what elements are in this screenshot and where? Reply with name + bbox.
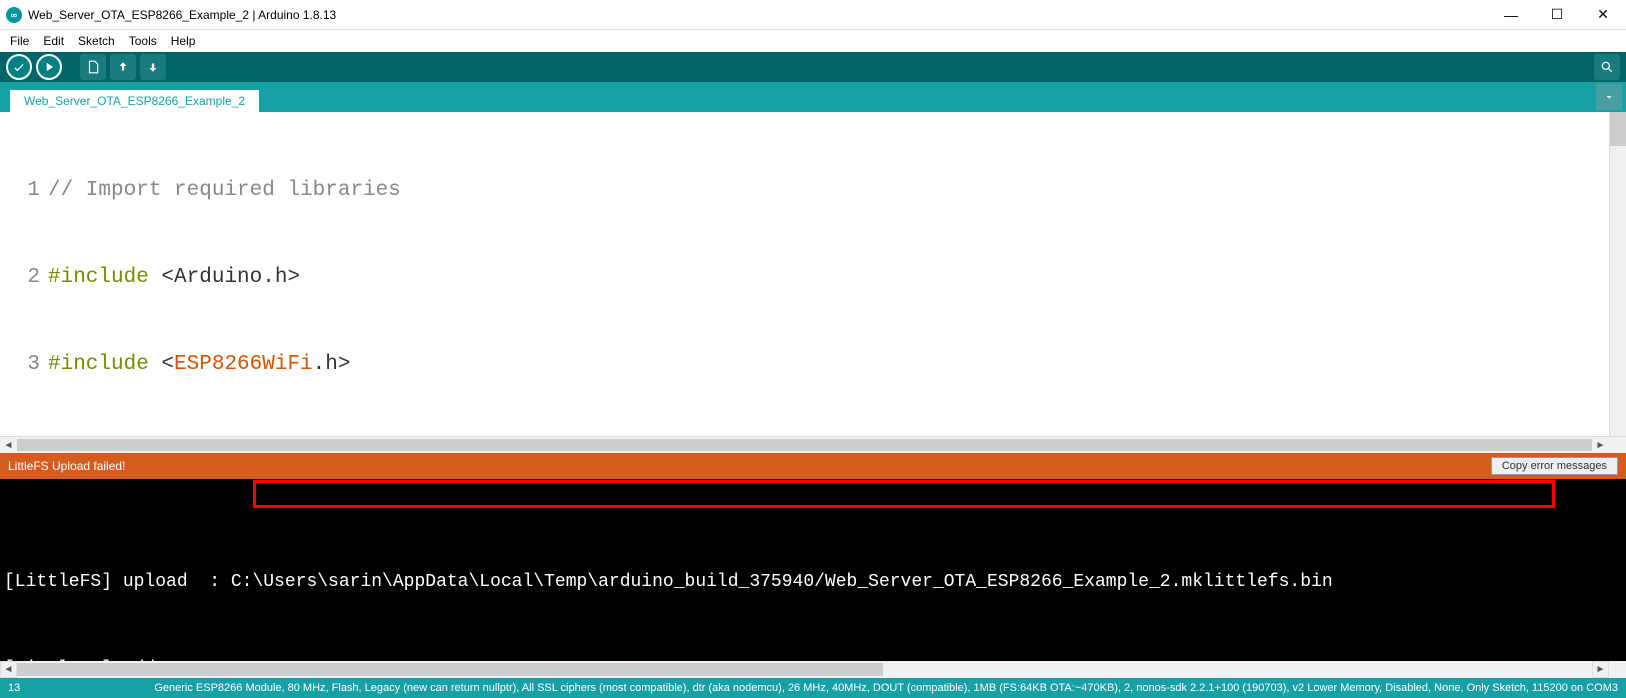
tab-menu-button[interactable]: [1596, 84, 1622, 110]
menu-tools[interactable]: Tools: [123, 32, 163, 50]
code-text: #include: [48, 350, 161, 379]
maximize-button[interactable]: ☐: [1534, 0, 1580, 30]
serial-monitor-button[interactable]: [1594, 54, 1620, 80]
highlight-annotation: [253, 480, 1555, 508]
menu-sketch[interactable]: Sketch: [72, 32, 121, 50]
line-number: 2: [0, 263, 48, 292]
code-text: .h>: [313, 350, 351, 379]
editor-vertical-scrollbar[interactable]: [1609, 112, 1626, 436]
toolbar: [0, 52, 1626, 82]
status-message: LittleFS Upload failed!: [8, 459, 1491, 473]
menu-help[interactable]: Help: [165, 32, 202, 50]
verify-button[interactable]: [6, 54, 32, 80]
code-editor[interactable]: 1// Import required libraries 2#include …: [0, 112, 1626, 453]
tab-bar: Web_Server_OTA_ESP8266_Example_2: [0, 82, 1626, 112]
arduino-logo-icon: ∞: [6, 7, 22, 23]
minimize-button[interactable]: —: [1488, 0, 1534, 30]
line-number: 3: [0, 350, 48, 379]
copy-error-button[interactable]: Copy error messages: [1491, 457, 1618, 475]
save-button[interactable]: [140, 54, 166, 80]
code-text: Arduino: [174, 263, 262, 292]
footer-bar: 13 Generic ESP8266 Module, 80 MHz, Flash…: [0, 678, 1626, 698]
upload-button[interactable]: [36, 54, 62, 80]
console-horizontal-scrollbar[interactable]: ◄►: [0, 661, 1626, 678]
tab-sketch[interactable]: Web_Server_OTA_ESP8266_Example_2: [10, 90, 259, 112]
menubar: File Edit Sketch Tools Help: [0, 30, 1626, 52]
window-controls: — ☐ ✕: [1488, 0, 1626, 30]
board-info: Generic ESP8266 Module, 80 MHz, Flash, L…: [20, 682, 1618, 694]
titlebar: ∞ Web_Server_OTA_ESP8266_Example_2 | Ard…: [0, 0, 1626, 30]
new-button[interactable]: [80, 54, 106, 80]
status-bar: LittleFS Upload failed! Copy error messa…: [0, 453, 1626, 479]
editor-horizontal-scrollbar[interactable]: ◄►: [0, 436, 1626, 453]
cursor-line: 13: [8, 682, 20, 694]
open-button[interactable]: [110, 54, 136, 80]
code-text: ESP8266WiFi: [174, 350, 313, 379]
console-line: [LittleFS] upload : C:\Users\sarin\AppDa…: [4, 568, 1622, 597]
code-text: .h>: [262, 263, 300, 292]
close-button[interactable]: ✕: [1580, 0, 1626, 30]
code-text: <: [161, 263, 174, 292]
menu-edit[interactable]: Edit: [37, 32, 70, 50]
code-text: // Import required libraries: [48, 176, 401, 205]
code-text: #include: [48, 263, 161, 292]
code-text: <: [161, 350, 174, 379]
window-title: Web_Server_OTA_ESP8266_Example_2 | Ardui…: [28, 8, 1488, 22]
line-number: 1: [0, 176, 48, 205]
menu-file[interactable]: File: [4, 32, 35, 50]
output-console[interactable]: [LittleFS] upload : C:\Users\sarin\AppDa…: [0, 479, 1626, 661]
